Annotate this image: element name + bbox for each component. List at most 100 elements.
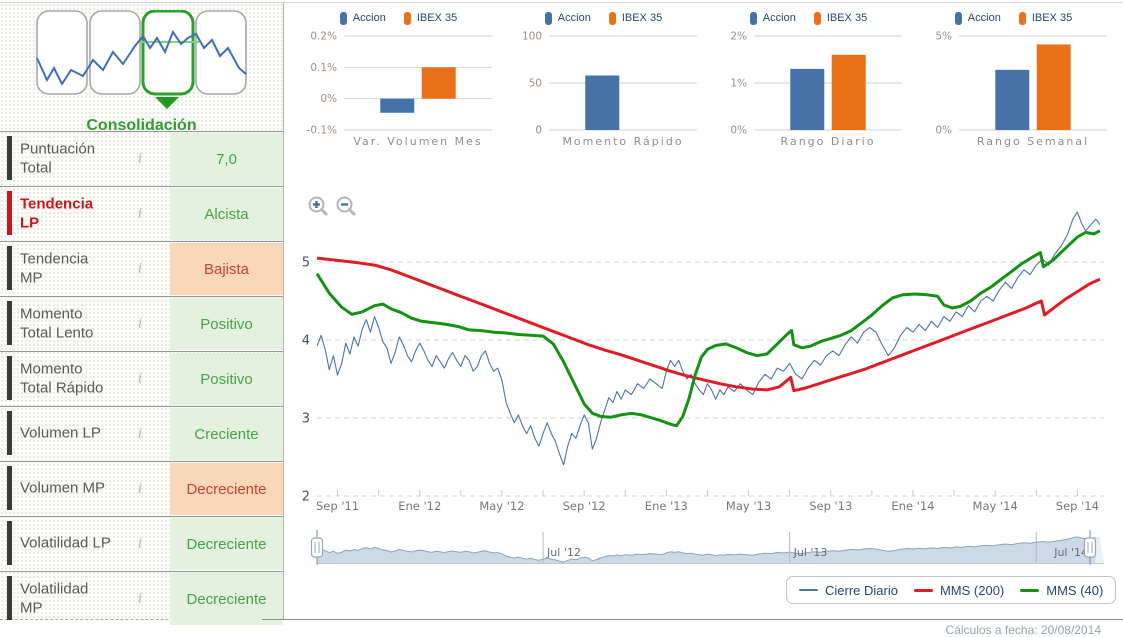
mini-chart-legend: Accion IBEX 35	[501, 8, 706, 28]
price-chart[interactable]: 5432Sep '11Ene '12May '12Sep '12Ene '13M…	[284, 164, 1123, 576]
calculation-date-note: Cálculos a fecha: 20/08/2014	[946, 623, 1101, 637]
chart-legend: Cierre Diario MMS (200) MMS (40)	[786, 576, 1116, 604]
svg-text:0%: 0%	[935, 125, 952, 137]
legend-label: IBEX 35	[1032, 12, 1072, 24]
legend-label: Accion	[558, 12, 591, 24]
indicator-value: Alcista	[170, 188, 283, 240]
indicator-value: Positivo	[170, 353, 283, 405]
indicator-value: 7,0	[170, 133, 283, 185]
indicator-label: Volumen MP	[20, 480, 115, 499]
mini-chart: AccionIBEX 355%0%Rango Semanal	[911, 8, 1116, 168]
table-row: Momento Total Rápido i Positivo	[0, 351, 283, 406]
mini-chart-plot: 5%0%Rango Semanal	[911, 28, 1116, 150]
info-icon[interactable]: i	[138, 427, 142, 442]
mini-chart: AccionIBEX 35100500Momento Rápido	[501, 8, 706, 168]
info-icon[interactable]: i	[138, 317, 142, 332]
legend-item[interactable]: MMS (200)	[914, 583, 1004, 598]
svg-text:Momento Rápido: Momento Rápido	[562, 135, 683, 148]
indicator-value: Positivo	[170, 298, 283, 350]
svg-text:0.1%: 0.1%	[310, 62, 337, 74]
legend-item[interactable]: Accion	[340, 12, 386, 25]
bar-IBEX 35	[1037, 44, 1071, 130]
row-accent-bar	[7, 136, 12, 180]
indicator-value: Decreciente	[170, 518, 283, 570]
navigator-area[interactable]	[317, 537, 1104, 563]
svg-text:0%: 0%	[320, 93, 337, 105]
table-row: Momento Total LentoiPositivo	[0, 296, 283, 351]
svg-text:Ene '12: Ene '12	[398, 499, 441, 513]
svg-text:May '13: May '13	[726, 499, 771, 513]
legend-marker-icon	[404, 12, 411, 25]
legend-marker-icon	[340, 12, 347, 25]
svg-text:Ene '13: Ene '13	[645, 499, 688, 513]
legend-item[interactable]: IBEX 35	[1019, 12, 1072, 25]
svg-text:Sep '13: Sep '13	[809, 499, 852, 513]
series-Cierre Diario	[317, 212, 1100, 465]
legend-marker-icon	[955, 12, 962, 25]
legend-item[interactable]: MMS (40)	[1020, 583, 1103, 598]
legend-label: Accion	[763, 12, 796, 24]
info-icon[interactable]: i	[138, 262, 142, 277]
svg-text:Sep '11: Sep '11	[316, 499, 359, 513]
svg-text:Jul '13: Jul '13	[793, 546, 828, 559]
indicator-label: Puntuación Total	[20, 140, 115, 178]
legend-item[interactable]: IBEX 35	[404, 12, 457, 25]
mini-chart: AccionIBEX 350.2%0.1%0%-0.1%Var. Volumen…	[296, 8, 501, 168]
series-MMS (40)	[317, 231, 1100, 426]
row-accent-bar	[7, 411, 12, 455]
bar-Accion	[995, 70, 1029, 130]
bar-IBEX 35	[832, 55, 866, 130]
legend-item[interactable]: Accion	[750, 12, 796, 25]
info-icon[interactable]: i	[138, 592, 142, 607]
row-accent-bar	[7, 246, 12, 290]
table-row: Tendencia MP i Bajista	[0, 241, 283, 296]
svg-text:2: 2	[302, 490, 310, 505]
legend-line-icon	[914, 589, 933, 592]
table-row: Volatilidad MPiDecreciente	[0, 571, 283, 626]
svg-text:0.2%: 0.2%	[310, 31, 337, 43]
row-accent-bar	[7, 356, 12, 400]
row-accent-bar	[7, 576, 12, 620]
svg-text:Sep '12: Sep '12	[563, 499, 606, 513]
legend-item[interactable]: IBEX 35	[814, 12, 867, 25]
svg-text:-0.1%: -0.1%	[307, 125, 337, 137]
svg-text:5: 5	[302, 256, 310, 271]
svg-text:0: 0	[535, 125, 542, 137]
mini-charts: AccionIBEX 350.2%0.1%0%-0.1%Var. Volumen…	[296, 8, 1116, 168]
indicator-label: Momento Total Rápido	[20, 360, 115, 398]
mini-chart-plot: 2%1%0%Rango Diario	[706, 28, 911, 150]
row-accent-bar	[7, 191, 12, 235]
indicator-label: Tendencia MP	[20, 250, 115, 288]
info-icon[interactable]: i	[138, 372, 142, 387]
legend-line-icon	[799, 589, 818, 591]
bar-Accion	[380, 99, 414, 113]
info-icon[interactable]: i	[138, 152, 142, 167]
svg-text:4: 4	[302, 334, 310, 349]
indicator-value: Bajista	[170, 243, 283, 295]
legend-label: MMS (40)	[1046, 583, 1103, 598]
legend-label: IBEX 35	[417, 12, 457, 24]
info-icon[interactable]: i	[138, 537, 142, 552]
legend-item[interactable]: IBEX 35	[609, 12, 662, 25]
bar-Accion	[790, 69, 824, 130]
info-icon[interactable]: i	[138, 207, 142, 222]
legend-label: Cierre Diario	[825, 583, 898, 598]
legend-item[interactable]: Accion	[955, 12, 1001, 25]
bar-Accion	[585, 75, 619, 130]
indicator-label: Tendencia LP	[20, 195, 115, 233]
indicator-table: Puntuación Total i 7,0 Tendencia LP i Alcista…	[0, 131, 283, 626]
info-icon[interactable]: i	[138, 482, 142, 497]
svg-text:2%: 2%	[730, 31, 747, 43]
row-accent-bar	[7, 301, 12, 345]
legend-item[interactable]: Accion	[545, 12, 591, 25]
table-row: Volatilidad LPiDecreciente	[0, 516, 283, 571]
legend-item[interactable]: Cierre Diario	[799, 583, 898, 598]
svg-text:50: 50	[529, 78, 542, 90]
mini-chart-plot: 0.2%0.1%0%-0.1%Var. Volumen Mes	[296, 28, 501, 150]
indicator-value: Creciente	[170, 408, 283, 460]
series-MMS (200)	[317, 258, 1100, 391]
mini-chart: Accion IBEX 35 2%1%0%Rango Diario	[706, 8, 911, 168]
legend-line-icon	[1020, 589, 1039, 592]
table-row: Volumen LPiCreciente	[0, 406, 283, 461]
svg-text:Rango Semanal: Rango Semanal	[977, 135, 1089, 148]
